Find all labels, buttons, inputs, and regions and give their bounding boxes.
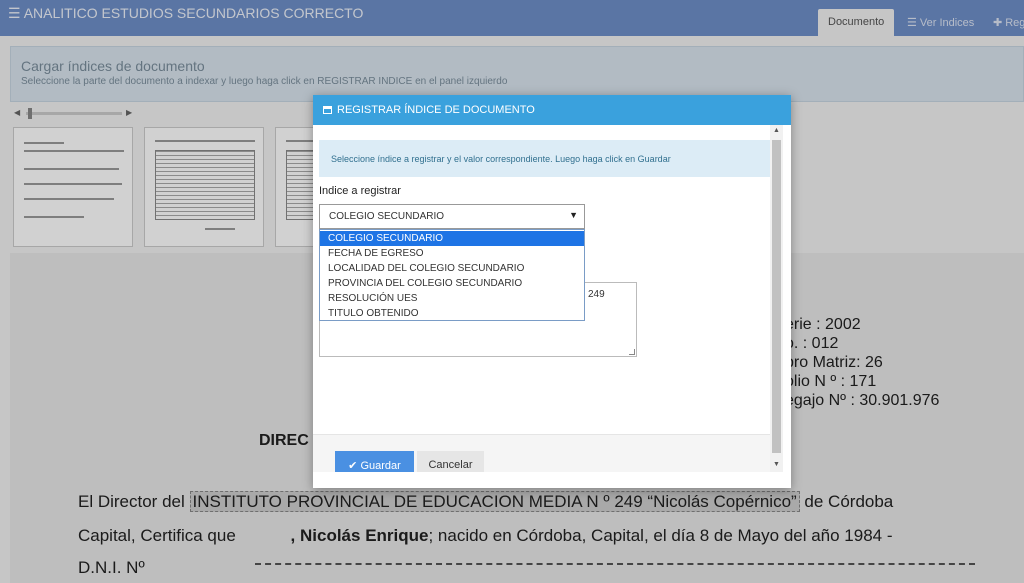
option-provincia[interactable]: PROVINCIA DEL COLEGIO SECUNDARIO xyxy=(320,276,584,291)
save-button-label: Guardar xyxy=(360,460,401,472)
option-localidad[interactable]: LOCALIDAD DEL COLEGIO SECUNDARIO xyxy=(320,261,584,276)
scroll-down-icon[interactable]: ▼ xyxy=(773,461,780,468)
check-icon: ✔ xyxy=(348,460,361,472)
resize-grip-icon[interactable] xyxy=(629,349,635,355)
scroll-up-icon[interactable]: ▲ xyxy=(773,127,780,134)
modal-title: REGISTRAR ÍNDICE DE DOCUMENTO xyxy=(337,104,535,116)
save-button[interactable]: ✔ Guardar xyxy=(335,451,414,472)
info-alert: Seleccione índice a registrar y el valor… xyxy=(319,140,783,177)
index-field-label: Indice a registrar xyxy=(319,185,401,197)
modal-body: Seleccione índice a registrar y el valor… xyxy=(313,125,791,472)
option-colegio-secundario[interactable]: COLEGIO SECUNDARIO xyxy=(320,231,584,246)
option-fecha-egreso[interactable]: FECHA DE EGRESO xyxy=(320,246,584,261)
register-index-modal: REGISTRAR ÍNDICE DE DOCUMENTO Seleccione… xyxy=(313,95,791,488)
index-options-list[interactable]: COLEGIO SECUNDARIO FECHA DE EGRESO LOCAL… xyxy=(319,229,585,321)
index-select-value: COLEGIO SECUNDARIO xyxy=(329,211,445,222)
index-value-text: 249 xyxy=(588,289,605,300)
modal-footer: ✔ Guardar Cancelar xyxy=(313,434,783,472)
cancel-button[interactable]: Cancelar xyxy=(417,451,484,472)
window-icon xyxy=(323,106,332,114)
modal-scroll-handle[interactable] xyxy=(772,140,781,453)
option-titulo-obtenido[interactable]: TITULO OBTENIDO xyxy=(320,306,584,321)
caret-down-icon: ▼ xyxy=(569,210,578,220)
option-resolucion-ues[interactable]: RESOLUCIÓN UES xyxy=(320,291,584,306)
modal-scrollbar[interactable]: ▲ ▼ xyxy=(770,125,783,472)
index-select[interactable]: COLEGIO SECUNDARIO ▼ xyxy=(319,204,585,229)
modal-header: REGISTRAR ÍNDICE DE DOCUMENTO xyxy=(313,95,791,125)
